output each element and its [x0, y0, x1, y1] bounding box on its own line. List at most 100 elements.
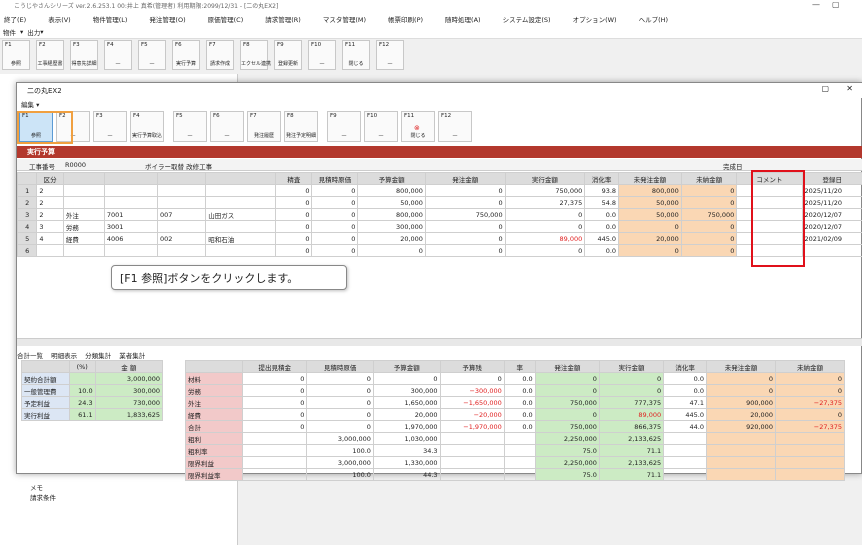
grid-cell[interactable]: 0	[275, 184, 313, 197]
main-fkey-8[interactable]: F8 エクセル連携	[240, 40, 271, 70]
tab-summary[interactable]: 合計一覧	[17, 352, 43, 360]
edit-menu[interactable]: 編集 ▾	[21, 99, 39, 109]
grid-cell[interactable]: 2025/11/20	[801, 184, 862, 197]
grid-cell[interactable]: 4006	[103, 232, 159, 245]
grid-cell[interactable]: 0	[424, 196, 506, 209]
main-fkey-7[interactable]: F7 請求作成	[206, 40, 234, 70]
grid-cell[interactable]	[103, 184, 159, 197]
dialog-fkey-7[interactable]: F7 発注履歴	[247, 111, 281, 142]
table-row[interactable]: 4 3 労務 3001 0 0 300,000 0 0 0.0 0 0 2020/12/07	[16, 220, 862, 233]
grid-cell[interactable]	[62, 244, 105, 257]
dialog-close-button[interactable]: ✕	[846, 84, 853, 93]
grid-cell[interactable]: 0	[680, 196, 738, 209]
grid-cell[interactable]: 800,000	[357, 184, 426, 197]
grid-cell[interactable]	[103, 196, 159, 209]
grid-cell[interactable]	[205, 184, 277, 197]
menu-master[interactable]: マスタ管理(M)	[323, 14, 366, 24]
tab-vendor[interactable]: 業者集計	[119, 352, 145, 360]
grid-cell[interactable]	[156, 244, 207, 257]
grid-cell[interactable]: 0	[275, 232, 313, 245]
grid-cell[interactable]: 労務	[62, 220, 105, 233]
menu-order[interactable]: 発注管理(O)	[149, 14, 185, 24]
grid-cell[interactable]: 2	[36, 196, 64, 209]
menu-exit[interactable]: 終了(E)	[4, 14, 26, 24]
grid-cell[interactable]: 0.0	[584, 208, 620, 221]
grid-cell[interactable]	[801, 244, 862, 257]
grid-cell[interactable]	[103, 244, 159, 257]
menu-help[interactable]: ヘルプ(H)	[639, 14, 668, 24]
header-unordered[interactable]: 未発注金額	[618, 172, 682, 185]
grid-cell[interactable]: 750,000	[504, 184, 586, 197]
grid-cell[interactable]: 0	[275, 220, 313, 233]
grid-cell[interactable]: 0	[311, 196, 359, 209]
main-fkey-3[interactable]: F3 得意先詳細	[70, 40, 98, 70]
main-fkey-6[interactable]: F6 実行予算	[172, 40, 200, 70]
property-menu[interactable]: 物件	[3, 27, 16, 37]
header-consumption-rate[interactable]: 消化率	[584, 172, 620, 185]
dialog-fkey-9[interactable]: F9 —	[327, 111, 361, 142]
grid-cell[interactable]: 0	[311, 244, 359, 257]
grid-cell[interactable]: 2020/12/07	[801, 220, 862, 233]
grid-cell[interactable]: 0	[618, 220, 682, 233]
grid-cell[interactable]: 0	[275, 208, 313, 221]
grid-cell[interactable]: 2025/11/20	[801, 196, 862, 209]
menu-cost[interactable]: 原価管理(C)	[208, 14, 244, 24]
menu-option[interactable]: オプション(W)	[573, 14, 617, 24]
grid-cell[interactable]: 外注	[62, 208, 105, 221]
header-estimate-cost[interactable]: 見積時原価	[311, 172, 359, 185]
grid-cell[interactable]: 2021/02/09	[801, 232, 862, 245]
header-order-amount[interactable]: 発注金額	[424, 172, 506, 185]
grid-cell[interactable]: 2	[36, 184, 64, 197]
dialog-fkey-10[interactable]: F10 —	[364, 111, 398, 142]
grid-cell[interactable]: 300,000	[357, 220, 426, 233]
grid-cell[interactable]: 800,000	[357, 208, 426, 221]
main-fkey-10[interactable]: F10 —	[308, 40, 336, 70]
grid-cell[interactable]: 3	[36, 220, 64, 233]
grid-cell[interactable]: 89,000	[504, 232, 586, 245]
menu-property[interactable]: 物件管理(L)	[93, 14, 128, 24]
grid-cell[interactable]: 0	[275, 244, 313, 257]
grid-cell[interactable]: 445.0	[584, 232, 620, 245]
dialog-fkey-8[interactable]: F8 発注予定明細	[284, 111, 318, 142]
main-fkey-5[interactable]: F5 —	[138, 40, 166, 70]
grid-cell[interactable]: 山田ガス	[205, 208, 277, 221]
tab-classification[interactable]: 分類集計	[85, 352, 111, 360]
dialog-fkey-3[interactable]: F3 —	[93, 111, 127, 142]
grid-cell[interactable]: 3001	[103, 220, 159, 233]
grid-cell[interactable]: 0	[424, 244, 506, 257]
grid-cell[interactable]: 0	[680, 232, 738, 245]
grid-cell[interactable]: 0	[311, 208, 359, 221]
grid-cell[interactable]	[205, 244, 277, 257]
grid-cell[interactable]	[156, 220, 207, 233]
grid-cell[interactable]: 002	[156, 232, 207, 245]
grid-cell[interactable]: 昭和石油	[205, 232, 277, 245]
grid-cell[interactable]: 0	[275, 196, 313, 209]
grid-cell[interactable]	[205, 196, 277, 209]
grid-cell[interactable]: 54.8	[584, 196, 620, 209]
grid-cell[interactable]: 20,000	[618, 232, 682, 245]
grid-cell[interactable]: 0	[680, 220, 738, 233]
dialog-maximize-button[interactable]: ▢	[821, 84, 829, 93]
grid-cell[interactable]: 0	[504, 220, 586, 233]
grid-cell[interactable]: 2	[36, 208, 64, 221]
grid-cell[interactable]: 0	[680, 244, 738, 257]
header-actual-amount[interactable]: 実行金額	[504, 172, 586, 185]
menu-process[interactable]: 随時処理(A)	[445, 14, 481, 24]
output-menu[interactable]: 出力	[27, 27, 40, 37]
main-fkey-9[interactable]: F9 登録更新	[274, 40, 302, 70]
header-category[interactable]: 区分	[36, 172, 64, 185]
header-undelivered[interactable]: 未納金額	[680, 172, 738, 185]
grid-cell[interactable]: 7001	[103, 208, 159, 221]
grid-cell[interactable]	[156, 184, 207, 197]
dialog-fkey-6[interactable]: F6 —	[210, 111, 244, 142]
horizontal-scrollbar[interactable]	[17, 338, 862, 346]
grid-cell[interactable]	[36, 244, 64, 257]
grid-cell[interactable]: 20,000	[357, 232, 426, 245]
header-budget[interactable]: 予算金額	[357, 172, 426, 185]
grid-cell[interactable]	[205, 220, 277, 233]
grid-cell[interactable]	[62, 184, 105, 197]
grid-cell[interactable]	[156, 196, 207, 209]
main-fkey-1[interactable]: F1 参照	[2, 40, 30, 70]
menu-billing[interactable]: 請求管理(R)	[265, 14, 301, 24]
grid-cell[interactable]: 0	[357, 244, 426, 257]
